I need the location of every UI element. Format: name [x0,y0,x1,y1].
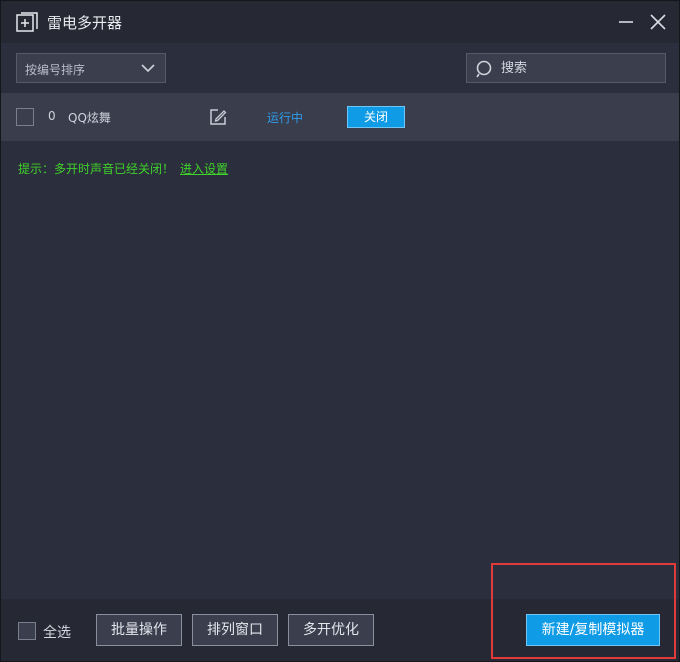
instance-index: 0 [48,109,56,123]
window-title: 雷电多开器 [47,14,123,32]
search-box[interactable] [466,53,666,83]
add-square-icon [16,12,38,32]
edit-icon[interactable] [208,107,228,127]
title-bar[interactable]: 雷电多开器 [1,1,679,43]
instance-status: 运行中 [267,111,304,125]
minimize-icon[interactable] [615,11,637,33]
close-icon[interactable] [647,11,669,33]
bottom-bar: 全选 批量操作 排列窗口 多开优化 新建/复制模拟器 [1,599,679,661]
arrange-windows-button[interactable]: 排列窗口 [192,614,278,646]
toolbar: 按编号排序 [1,43,679,93]
instance-row: 0 QQ炫舞 运行中 关闭 [1,93,679,141]
multi-instance-window: 雷电多开器 按编号排序 0 QQ炫舞 运行中 [0,0,680,662]
close-instance-button[interactable]: 关闭 [347,106,405,128]
search-icon [476,60,492,78]
sound-hint-text: 提示：多开时声音已经关闭！ [18,162,175,176]
select-all-checkbox[interactable] [18,622,36,640]
sort-dropdown-label: 按编号排序 [25,63,86,77]
new-copy-emulator-button[interactable]: 新建/复制模拟器 [526,614,660,646]
enter-settings-link[interactable]: 进入设置 [180,160,228,177]
instance-name: QQ炫舞 [68,111,111,125]
search-input[interactable] [501,58,656,78]
select-all-label: 全选 [43,625,71,641]
batch-operation-button[interactable]: 批量操作 [96,614,182,646]
chevron-down-icon [141,64,155,73]
multi-optimize-button[interactable]: 多开优化 [288,614,374,646]
instance-checkbox[interactable] [16,108,34,126]
sort-dropdown[interactable]: 按编号排序 [16,53,166,83]
